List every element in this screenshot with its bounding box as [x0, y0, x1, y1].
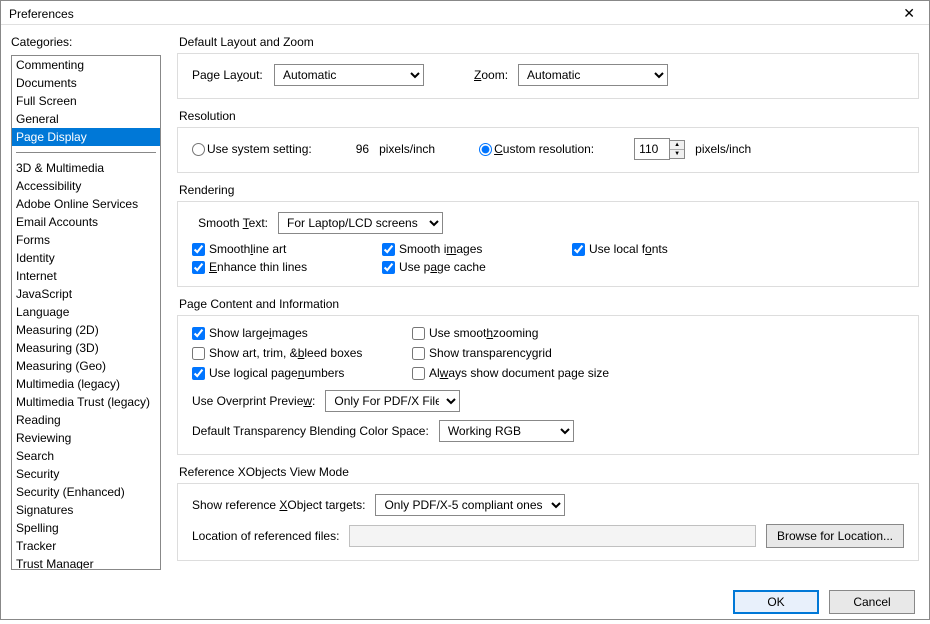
- category-item[interactable]: JavaScript: [12, 285, 160, 303]
- category-item[interactable]: Tracker: [12, 537, 160, 555]
- category-item[interactable]: General: [12, 110, 160, 128]
- category-item[interactable]: Accessibility: [12, 177, 160, 195]
- page-layout-label: Page Layout:: [192, 68, 264, 82]
- group-title-content: Page Content and Information: [179, 297, 919, 311]
- smooth-text-label: Smooth Text:: [192, 216, 268, 230]
- category-item[interactable]: Multimedia Trust (legacy): [12, 393, 160, 411]
- smooth-images-checkbox[interactable]: Smooth images: [382, 242, 562, 256]
- location-label: Location of referenced files:: [192, 529, 339, 543]
- category-item[interactable]: Internet: [12, 267, 160, 285]
- smooth-text-select[interactable]: For Laptop/LCD screens: [278, 212, 443, 234]
- smooth-line-art-checkbox[interactable]: Smooth line art: [192, 242, 372, 256]
- categories-label: Categories:: [11, 35, 161, 49]
- category-item[interactable]: Signatures: [12, 501, 160, 519]
- category-separator: [16, 152, 156, 153]
- category-item[interactable]: Multimedia (legacy): [12, 375, 160, 393]
- spinner-up-icon[interactable]: ▲: [670, 141, 684, 150]
- category-item[interactable]: Adobe Online Services: [12, 195, 160, 213]
- category-item[interactable]: Forms: [12, 231, 160, 249]
- spinner-down-icon[interactable]: ▼: [670, 150, 684, 158]
- category-item[interactable]: Search: [12, 447, 160, 465]
- category-item[interactable]: Language: [12, 303, 160, 321]
- category-item[interactable]: Identity: [12, 249, 160, 267]
- window-title: Preferences: [9, 7, 74, 21]
- category-item[interactable]: Measuring (Geo): [12, 357, 160, 375]
- page-layout-select[interactable]: Automatic: [274, 64, 424, 86]
- category-item[interactable]: Reading: [12, 411, 160, 429]
- close-icon[interactable]: ✕: [899, 5, 919, 22]
- always-show-page-size-checkbox[interactable]: Always show document page size: [412, 366, 672, 380]
- category-item[interactable]: Trust Manager: [12, 555, 160, 570]
- category-item[interactable]: Documents: [12, 74, 160, 92]
- overprint-label: Use Overprint Preview:: [192, 394, 315, 408]
- category-item[interactable]: 3D & Multimedia: [12, 159, 160, 177]
- group-title-resolution: Resolution: [179, 109, 919, 123]
- categories-list[interactable]: CommentingDocumentsFull ScreenGeneralPag…: [11, 55, 161, 570]
- category-item[interactable]: Security: [12, 465, 160, 483]
- group-title-rendering: Rendering: [179, 183, 919, 197]
- category-item[interactable]: Reviewing: [12, 429, 160, 447]
- xobject-targets-label: Show reference XObject targets:: [192, 498, 365, 512]
- pixels-inch-label: pixels/inch: [379, 142, 435, 156]
- group-title-layout: Default Layout and Zoom: [179, 35, 919, 49]
- show-large-images-checkbox[interactable]: Show large images: [192, 326, 402, 340]
- use-smooth-zooming-checkbox[interactable]: Use smooth zooming: [412, 326, 672, 340]
- category-item[interactable]: Page Display: [12, 128, 160, 146]
- enhance-thin-lines-checkbox[interactable]: Enhance thin lines: [192, 260, 372, 274]
- category-item[interactable]: Commenting: [12, 56, 160, 74]
- category-item[interactable]: Full Screen: [12, 92, 160, 110]
- browse-location-button[interactable]: Browse for Location...: [766, 524, 904, 548]
- xobject-targets-select[interactable]: Only PDF/X-5 compliant ones: [375, 494, 565, 516]
- use-system-radio[interactable]: Use system setting:: [192, 142, 312, 156]
- blending-select[interactable]: Working RGB: [439, 420, 574, 442]
- blending-label: Default Transparency Blending Color Spac…: [192, 424, 429, 438]
- show-transparency-grid-checkbox[interactable]: Show transparency grid: [412, 346, 672, 360]
- category-item[interactable]: Measuring (3D): [12, 339, 160, 357]
- overprint-select[interactable]: Only For PDF/X Files: [325, 390, 460, 412]
- use-local-fonts-checkbox[interactable]: Use local fonts: [572, 242, 752, 256]
- ok-button[interactable]: OK: [733, 590, 819, 614]
- custom-resolution-spinner[interactable]: ▲▼: [634, 138, 685, 160]
- custom-resolution-radio[interactable]: Custom resolution:: [479, 142, 594, 156]
- show-art-trim-bleed-checkbox[interactable]: Show art, trim, & bleed boxes: [192, 346, 402, 360]
- category-item[interactable]: Measuring (2D): [12, 321, 160, 339]
- location-field: [349, 525, 756, 547]
- group-title-xobjects: Reference XObjects View Mode: [179, 465, 919, 479]
- system-dpi-value: 96: [356, 142, 369, 156]
- use-logical-page-numbers-checkbox[interactable]: Use logical page numbers: [192, 366, 402, 380]
- use-page-cache-checkbox[interactable]: Use page cache: [382, 260, 562, 274]
- category-item[interactable]: Email Accounts: [12, 213, 160, 231]
- zoom-label: Zoom:: [474, 68, 508, 82]
- zoom-select[interactable]: Automatic: [518, 64, 668, 86]
- pixels-inch-label-2: pixels/inch: [695, 142, 751, 156]
- category-item[interactable]: Security (Enhanced): [12, 483, 160, 501]
- custom-resolution-input[interactable]: [634, 138, 670, 160]
- category-item[interactable]: Spelling: [12, 519, 160, 537]
- cancel-button[interactable]: Cancel: [829, 590, 915, 614]
